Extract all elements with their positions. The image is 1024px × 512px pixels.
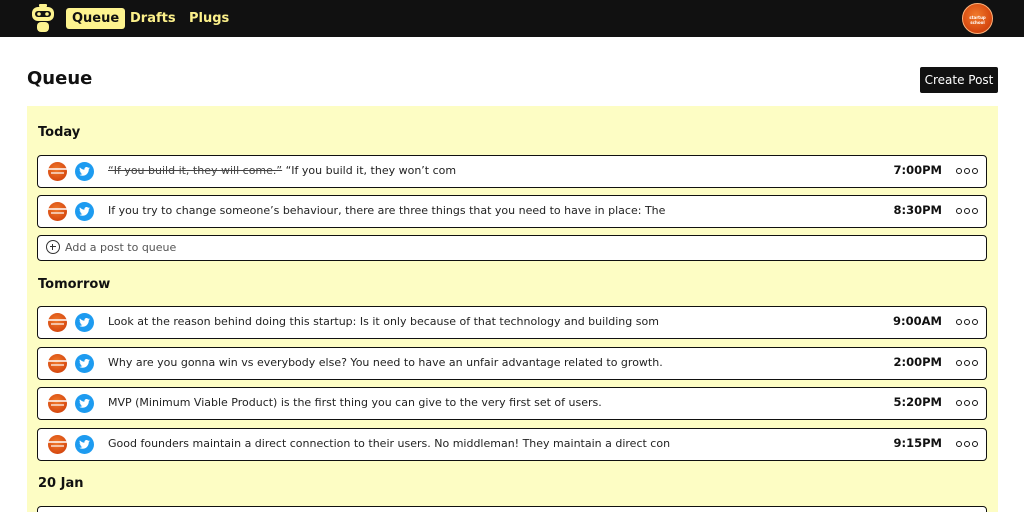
- avatar-text-line-2: school: [970, 20, 985, 25]
- section-title-today: Today: [38, 125, 81, 140]
- account-avatar: [48, 354, 67, 373]
- account-avatar: [48, 313, 67, 332]
- post-row[interactable]: Why are you gonna win vs everybody else?…: [37, 347, 987, 380]
- post-row[interactable]: “If you build it, they will come.” “If y…: [37, 155, 987, 188]
- post-text: “If you build it, they will come.” “If y…: [108, 164, 868, 177]
- section-title-20-jan: 20 Jan: [38, 476, 84, 491]
- post-text: Good founders maintain a direct connecti…: [108, 437, 671, 450]
- create-post-button[interactable]: Create Post: [920, 67, 998, 93]
- post-text: If you try to change someone’s behaviour…: [108, 204, 666, 217]
- more-options-icon[interactable]: [956, 441, 978, 449]
- post-row[interactable]: Good founders maintain a direct connecti…: [37, 428, 987, 461]
- post-row[interactable]: If you try to change someone’s behaviour…: [37, 195, 987, 228]
- section-title-tomorrow: Tomorrow: [38, 277, 111, 292]
- more-options-icon[interactable]: [956, 319, 978, 327]
- post-time: 2:00PM: [893, 355, 942, 369]
- twitter-icon: [75, 394, 94, 413]
- post-row[interactable]: Look at the reason behind doing this sta…: [37, 306, 987, 339]
- top-navigation-bar: Queue Drafts Plugs startup school: [0, 0, 1024, 37]
- twitter-icon: [75, 313, 94, 332]
- twitter-icon: [75, 202, 94, 221]
- account-avatar: [48, 394, 67, 413]
- post-time: 8:30PM: [893, 203, 942, 217]
- account-avatar: [48, 202, 67, 221]
- twitter-icon: [75, 354, 94, 373]
- robot-logo-icon[interactable]: [28, 3, 58, 33]
- post-text-struck: “If you build it, they will come.”: [108, 164, 283, 177]
- post-time: 9:00AM: [893, 314, 942, 328]
- post-time: 9:15PM: [893, 436, 942, 450]
- post-time: 7:00PM: [893, 163, 942, 177]
- account-avatar: [48, 435, 67, 454]
- twitter-icon: [75, 162, 94, 181]
- nav-queue[interactable]: Queue: [66, 8, 126, 29]
- account-avatar: [48, 162, 67, 181]
- post-row[interactable]: [37, 506, 987, 512]
- more-options-icon[interactable]: [956, 168, 978, 176]
- user-avatar[interactable]: startup school: [962, 3, 993, 34]
- nav-plugs[interactable]: Plugs: [183, 8, 235, 29]
- add-post-label: Add a post to queue: [65, 241, 177, 254]
- more-options-icon[interactable]: [956, 208, 978, 216]
- add-post-to-queue-button[interactable]: Add a post to queue: [37, 235, 987, 261]
- nav-drafts[interactable]: Drafts: [124, 8, 182, 29]
- twitter-icon: [75, 435, 94, 454]
- more-options-icon[interactable]: [956, 360, 978, 368]
- post-text: Why are you gonna win vs everybody else?…: [108, 356, 663, 369]
- add-circle-icon: [46, 240, 60, 254]
- post-text: MVP (Minimum Viable Product) is the firs…: [108, 396, 602, 409]
- more-options-icon[interactable]: [956, 400, 978, 408]
- post-row[interactable]: MVP (Minimum Viable Product) is the firs…: [37, 387, 987, 420]
- post-text: Look at the reason behind doing this sta…: [108, 315, 659, 328]
- post-text-body: “If you build it, they won’t com: [282, 164, 457, 177]
- post-time: 5:20PM: [893, 395, 942, 409]
- page-title: Queue: [27, 68, 93, 89]
